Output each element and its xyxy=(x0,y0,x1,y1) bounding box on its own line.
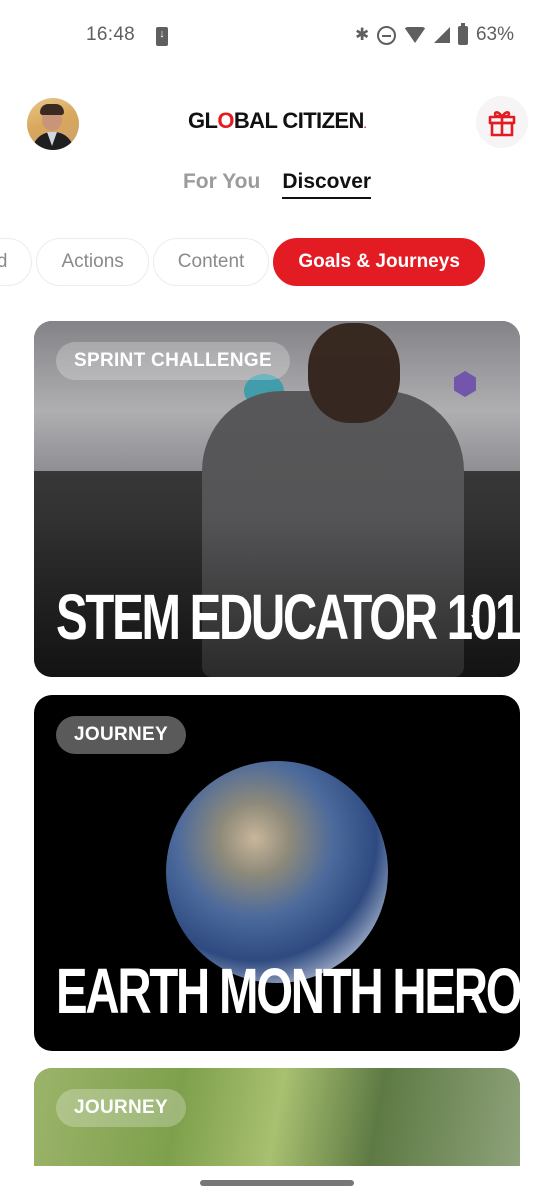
logo-o: O xyxy=(217,108,234,133)
battery-icon xyxy=(457,22,468,45)
logo-part: GL xyxy=(188,108,218,133)
earth-image xyxy=(166,761,388,983)
chevron-right-icon[interactable]: › xyxy=(470,603,479,635)
card-badge: JOURNEY xyxy=(56,1089,186,1127)
logo-dot: . xyxy=(363,120,367,131)
card-earth-month-hero[interactable]: JOURNEY EARTH MONTH HERO › xyxy=(34,695,520,1051)
top-tabs: For You Discover xyxy=(0,170,554,199)
card-badge: SPRINT CHALLENGE xyxy=(56,342,290,380)
chip-actions[interactable]: Actions xyxy=(36,238,149,286)
battery-percent: 63% xyxy=(475,24,514,45)
filter-chips: red Actions Content Goals & Journeys xyxy=(0,238,485,286)
gift-icon xyxy=(488,111,516,137)
tab-for-you[interactable]: For You xyxy=(183,170,260,199)
tab-discover[interactable]: Discover xyxy=(282,170,372,199)
status-bar: 16:48 ✱ 63% xyxy=(0,0,554,72)
chevron-right-icon[interactable]: › xyxy=(470,977,479,1009)
chip-content[interactable]: Content xyxy=(152,238,270,286)
home-indicator[interactable] xyxy=(200,1180,354,1186)
wifi-icon xyxy=(403,27,426,43)
chip-featured[interactable]: red xyxy=(0,238,33,286)
bluetooth-icon: ✱ xyxy=(354,25,370,44)
download-notification-icon xyxy=(156,27,168,46)
card-title: EARTH MONTH HERO xyxy=(56,955,520,1027)
global-citizen-logo: GLOBAL CITIZEN. xyxy=(0,108,554,134)
logo-part: BAL CITIZEN xyxy=(233,108,364,133)
chip-goals-journeys[interactable]: Goals & Journeys xyxy=(273,238,485,286)
card-title: STEM EDUCATOR 101 xyxy=(56,581,520,653)
card-stem-educator[interactable]: SPRINT CHALLENGE STEM EDUCATOR 101 › xyxy=(34,321,520,677)
do-not-disturb-icon xyxy=(376,25,396,45)
card-badge: JOURNEY xyxy=(56,716,186,754)
status-time: 16:48 xyxy=(86,24,136,45)
gift-button[interactable] xyxy=(476,96,528,148)
status-icons: ✱ 63% xyxy=(354,22,514,46)
card-journey-bananas[interactable]: JOURNEY xyxy=(34,1068,520,1166)
cellular-signal-icon xyxy=(433,27,450,43)
